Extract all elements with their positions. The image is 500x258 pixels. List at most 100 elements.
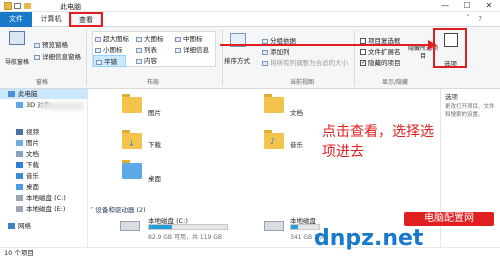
preview-pane-label: 预览窗格 <box>42 41 68 49</box>
folder-name-downloads[interactable]: 下载 <box>148 139 161 149</box>
pictures-folder-icon[interactable] <box>122 94 142 113</box>
layout-label: 小图标 <box>103 46 123 54</box>
desktop-icon <box>16 184 23 190</box>
chevron-down-icon[interactable]: ˅ <box>467 14 471 22</box>
layout-small[interactable]: 小图标 <box>95 44 123 54</box>
group-separator <box>354 30 355 86</box>
devices-header-label: 设备和驱动器 (2) <box>95 206 146 214</box>
view-tab-highlight <box>69 12 103 27</box>
checkbox[interactable] <box>360 49 366 55</box>
sidebar-item-downloads[interactable]: 下载 <box>0 160 88 170</box>
content-icon <box>136 58 142 64</box>
documents-folder-icon[interactable] <box>264 94 284 113</box>
download-icon <box>16 162 23 168</box>
layout-label: 大图标 <box>144 35 164 43</box>
sidebar-item-pictures[interactable]: 图片 <box>0 138 88 148</box>
drive-e-icon[interactable] <box>264 221 284 231</box>
layout-tiles[interactable]: 平铺 <box>93 55 126 67</box>
desktop-folder-icon[interactable] <box>122 160 142 179</box>
details-pane-button[interactable]: 详细信息窗格 <box>34 51 81 61</box>
close-button[interactable]: ✕ <box>478 0 500 12</box>
fit-columns-button[interactable]: 将所有列调整为合适的大小 <box>262 57 348 67</box>
options-highlight <box>433 28 467 68</box>
sidebar-item-network[interactable]: 网络 <box>0 221 88 231</box>
details-icon <box>175 47 181 53</box>
current-view-group-label: 当前视图 <box>289 79 314 86</box>
layout-list[interactable]: 列表 <box>136 44 157 54</box>
help-icon[interactable]: ? <box>478 15 482 23</box>
nav-pane-icon <box>9 31 25 45</box>
preview-pane-button[interactable]: 预览窗格 <box>34 39 68 49</box>
layout-medium[interactable]: 中图标 <box>175 33 203 43</box>
nav-pane-label: 导航窗格 <box>4 59 29 66</box>
layout-label: 平铺 <box>104 58 117 66</box>
add-columns-icon <box>262 49 268 55</box>
cube-icon <box>16 102 23 108</box>
preview-pane-icon <box>34 42 40 48</box>
layout-group-label: 布局 <box>146 79 159 86</box>
show-hide-group-label: 显示/隐藏 <box>381 79 409 86</box>
layout-content[interactable]: 内容 <box>136 55 157 65</box>
fit-columns-label: 将所有列调整为合适的大小 <box>270 59 348 67</box>
layout-extra-large[interactable]: 超大图标 <box>95 33 129 43</box>
small-icons-icon <box>95 47 101 53</box>
folder-name-documents[interactable]: 文档 <box>290 107 303 117</box>
layout-label: 中图标 <box>183 35 203 43</box>
blurred-region <box>40 102 84 110</box>
file-ext-label: 文件扩展名 <box>368 48 401 56</box>
properties-icon[interactable] <box>14 3 21 9</box>
folder-name-pictures[interactable]: 图片 <box>148 107 161 117</box>
medium-icons-icon <box>175 36 181 42</box>
layout-large[interactable]: 大图标 <box>136 33 164 43</box>
devices-section-header[interactable]: ˅ 设备和驱动器 (2) <box>90 204 146 214</box>
layout-label: 详细信息 <box>183 46 209 54</box>
arrow-line <box>220 44 435 46</box>
document-icon <box>16 151 23 157</box>
folder-name-music[interactable]: 音乐 <box>290 139 303 149</box>
sort-button[interactable]: 排序方式 <box>224 55 250 65</box>
group-separator <box>86 30 87 86</box>
layout-details[interactable]: 详细信息 <box>175 44 209 54</box>
preview-title: 选项 <box>445 93 458 101</box>
tab-computer[interactable]: 计算机 <box>34 12 68 27</box>
group-by-icon <box>262 38 268 44</box>
file-ext-toggle[interactable]: 文件扩展名 <box>360 46 401 56</box>
folder-name-desktop[interactable]: 桌面 <box>148 173 161 183</box>
large-icons-icon <box>136 36 142 42</box>
sidebar-item-drive-c[interactable]: 本地磁盘 (C:) <box>0 193 88 203</box>
nav-pane-button[interactable] <box>6 31 28 55</box>
sidebar-item-label: 本地磁盘 (E:) <box>26 205 66 213</box>
minimize-button[interactable]: — <box>434 0 456 12</box>
group-separator <box>222 30 223 86</box>
download-arrow-icon: ↓ <box>128 139 135 148</box>
pane-group-label: 窗格 <box>35 79 48 86</box>
layout-label: 内容 <box>144 57 157 65</box>
sidebar-item-this-pc[interactable]: 此电脑 <box>0 89 88 99</box>
drive-c-usage-fill <box>149 225 173 229</box>
list-icon <box>136 47 142 53</box>
sidebar-item-documents[interactable]: 文档 <box>0 149 88 159</box>
sidebar-item-label: 下载 <box>26 161 39 169</box>
sidebar-item-label: 图片 <box>26 139 39 147</box>
sidebar-item-desktop[interactable]: 桌面 <box>0 182 88 192</box>
checkbox[interactable] <box>360 59 366 66</box>
sidebar-item-music[interactable]: 音乐 <box>0 171 88 181</box>
sidebar-item-videos[interactable]: 视频 <box>0 127 88 137</box>
add-columns-button[interactable]: 添加列 <box>262 46 290 56</box>
watermark-domain: dnpz.net <box>314 226 424 251</box>
drive-icon <box>16 206 23 212</box>
watermark-title: 电脑配置网 <box>404 212 494 226</box>
tab-file[interactable]: 文件 <box>0 12 32 27</box>
sidebar-item-drive-e[interactable]: 本地磁盘 (E:) <box>0 204 88 214</box>
new-folder-icon[interactable] <box>24 3 31 9</box>
title-bar: 此电脑 — ☐ ✕ <box>0 0 500 12</box>
hidden-items-toggle[interactable]: 隐藏的项目 <box>360 57 401 67</box>
watermark: 电脑配置网 dnpz.net <box>314 212 500 252</box>
preview-description: 更改打开项目、文件和搜索的设置。 <box>445 104 495 118</box>
drive-c-icon[interactable] <box>120 221 140 231</box>
sidebar-item-label: 网络 <box>18 222 31 230</box>
maximize-button[interactable]: ☐ <box>456 0 478 12</box>
ribbon: 导航窗格 预览窗格 详细信息窗格 窗格 超大图标 大图标 中图标 小图标 列表 … <box>0 27 500 89</box>
layout-label: 超大图标 <box>103 35 129 43</box>
folder-icon[interactable] <box>4 2 12 10</box>
